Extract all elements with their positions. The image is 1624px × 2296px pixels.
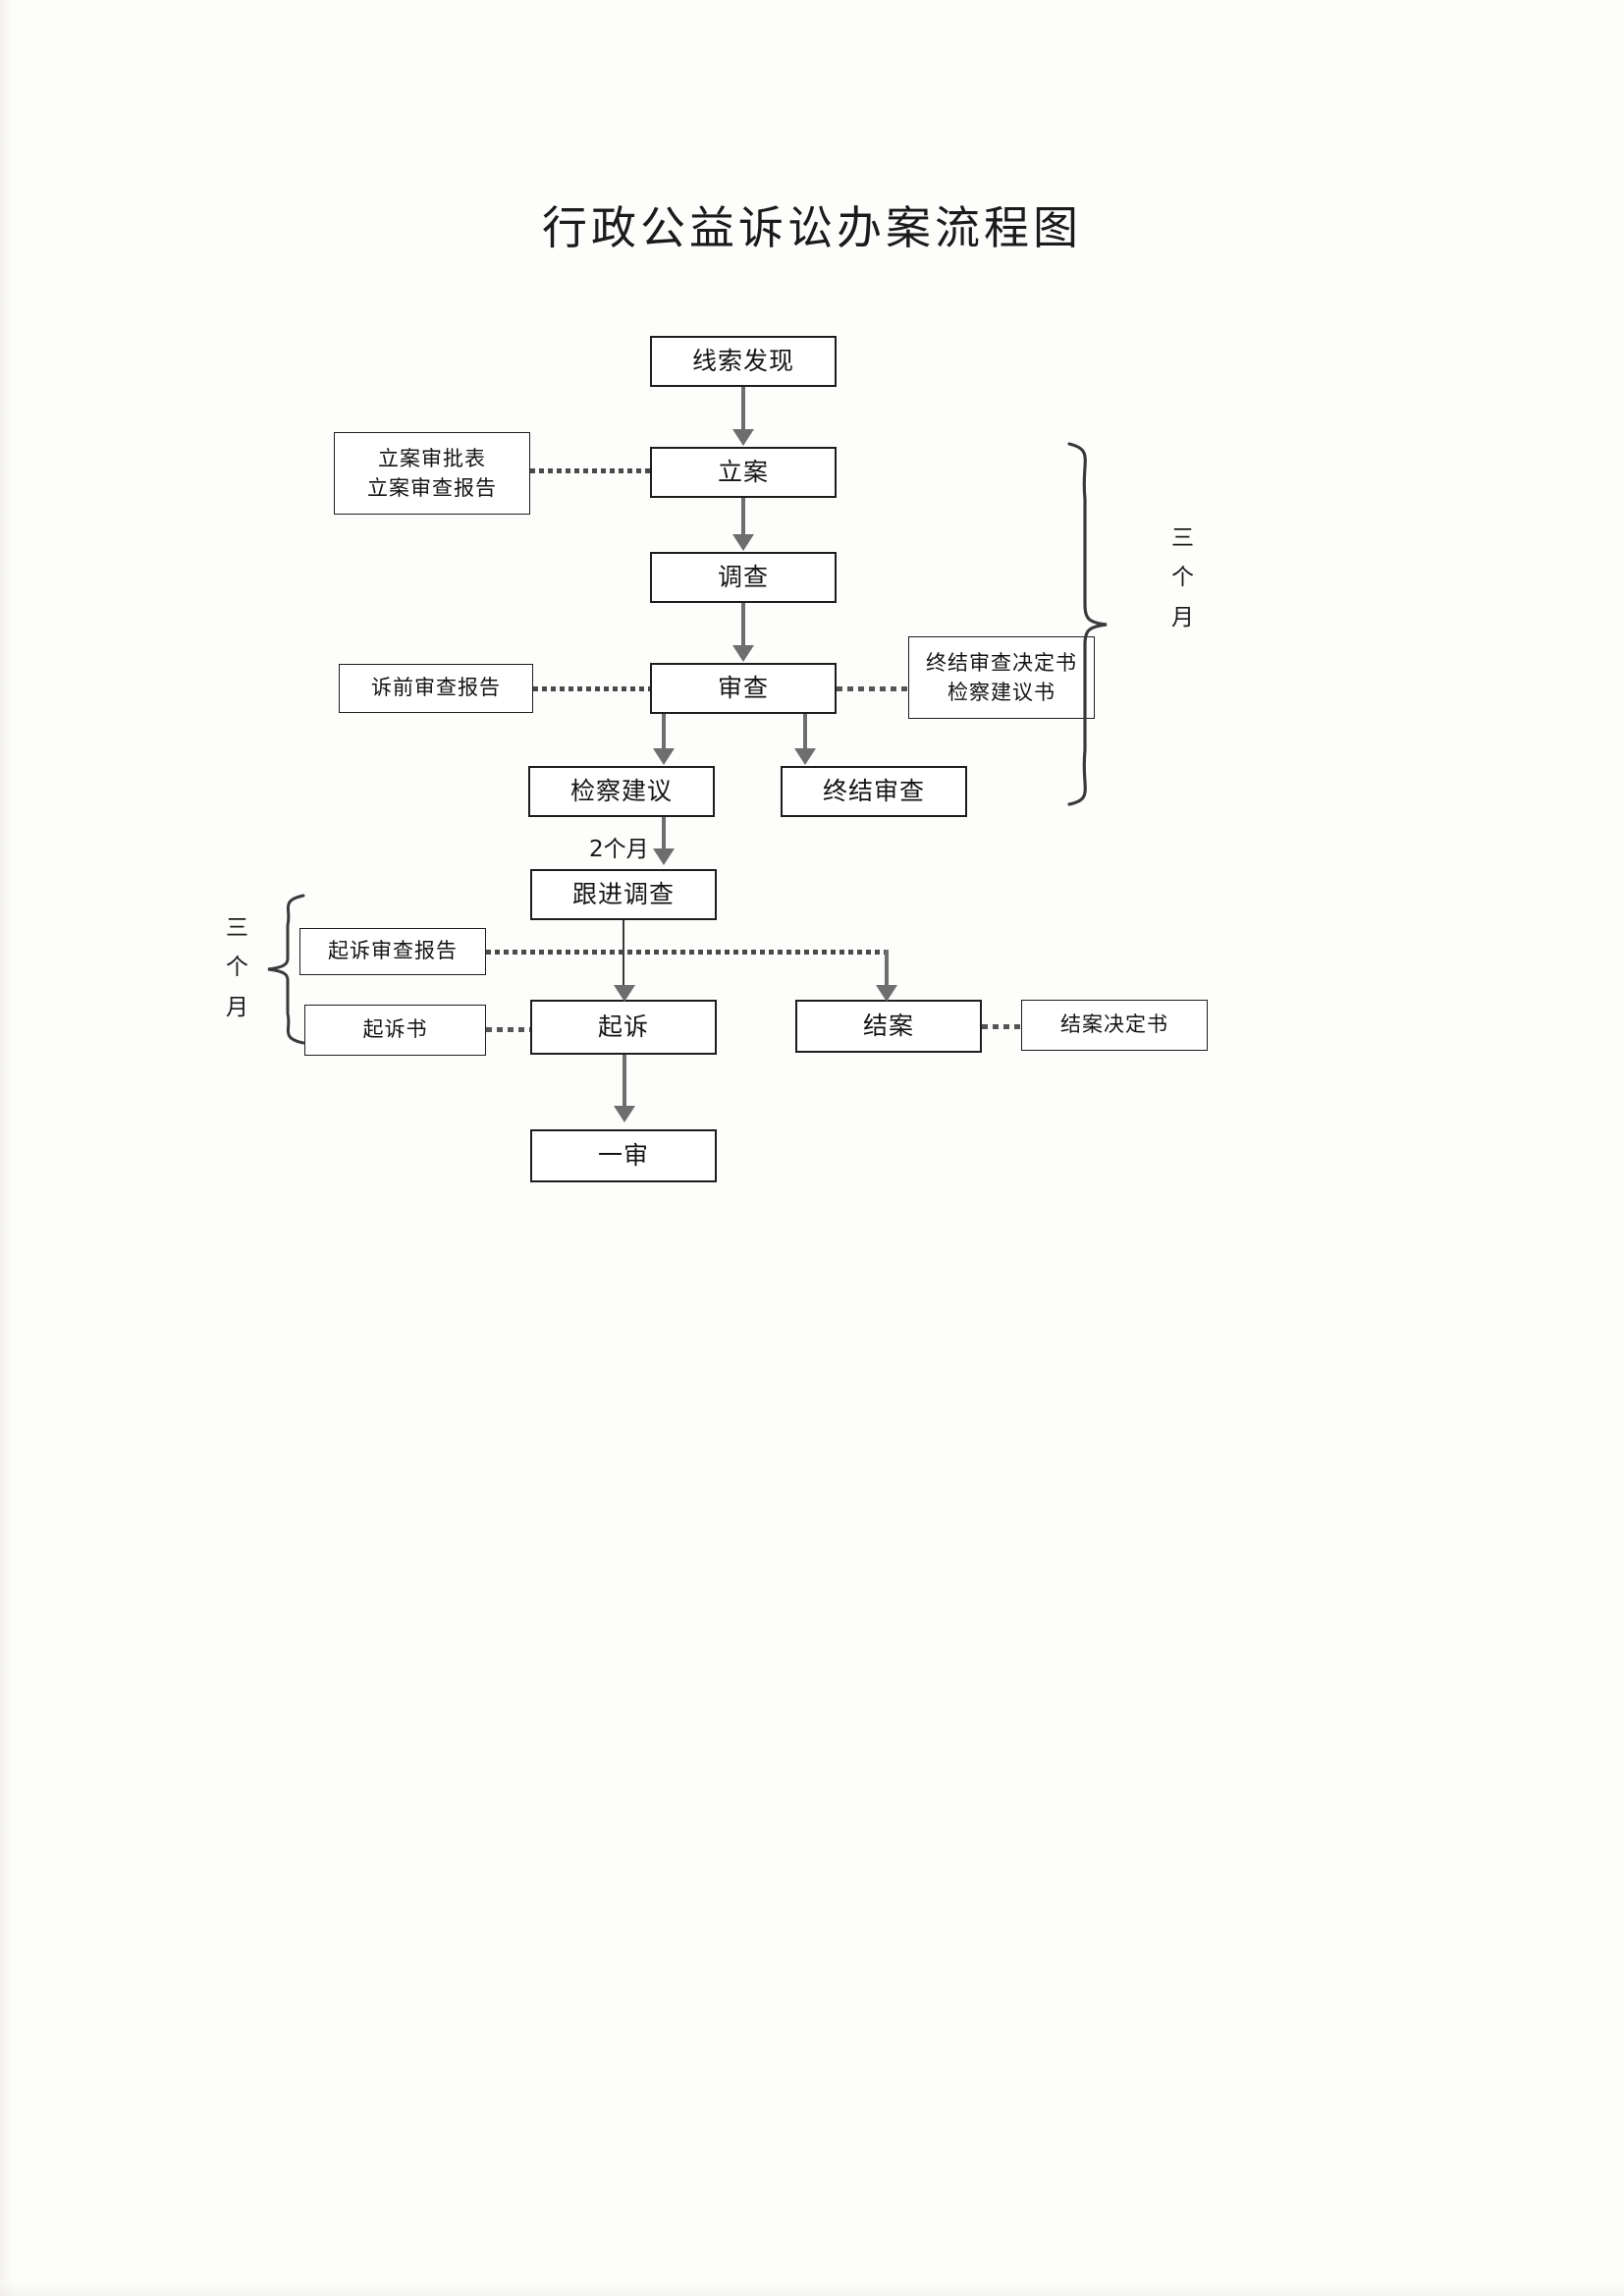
left-brace-label-line-2: 个 xyxy=(226,955,249,981)
connector-prosecution-report-bus xyxy=(486,950,891,955)
connector-filing-docs-to-filing xyxy=(530,468,650,473)
node-label: 起诉书 xyxy=(362,1017,428,1042)
node-label: 立案 xyxy=(717,457,769,486)
right-brace xyxy=(1067,442,1108,806)
arrowhead-review-to-terminate xyxy=(794,748,816,765)
right-brace-label-line-1: 三 xyxy=(1171,525,1195,551)
node-first-instance[interactable]: 一审 xyxy=(530,1129,717,1182)
node-label: 跟进调查 xyxy=(571,879,675,908)
connector-suggestion-to-followup xyxy=(662,817,666,852)
arrowhead-bus-to-closure xyxy=(876,985,897,1002)
right-brace-label-line-3: 月 xyxy=(1171,604,1195,630)
right-brace-label-line-2: 个 xyxy=(1171,565,1195,591)
arrowhead-review-to-suggestion xyxy=(653,748,675,765)
page-title: 行政公益诉讼办案流程图 xyxy=(542,201,1082,254)
connector-prosecute-to-first-instance xyxy=(623,1055,626,1110)
scan-edge-shadow-bottom xyxy=(0,2280,1624,2296)
node-label-line-1: 立案审批表 xyxy=(378,446,486,470)
arrowhead-investigation-to-review xyxy=(732,645,754,662)
flowchart-page: 行政公益诉讼办案流程图 线索发现 立案审批表 立案审查报告 立案 调查 诉前审查… xyxy=(0,0,1624,2296)
node-case-filing[interactable]: 立案 xyxy=(650,447,837,498)
node-label-line-1: 终结审查决定书 xyxy=(926,650,1077,675)
node-label-line-2: 检察建议书 xyxy=(947,681,1056,704)
connector-indictment-to-prosecute xyxy=(486,1027,530,1032)
node-clue-discovery[interactable]: 线索发现 xyxy=(650,336,837,387)
node-prosecution-review-report[interactable]: 起诉审查报告 xyxy=(299,928,486,975)
node-label: 审查 xyxy=(717,673,769,702)
connector-filing-to-investigation xyxy=(741,498,745,535)
node-review[interactable]: 审查 xyxy=(650,663,837,714)
scan-edge-shadow-left xyxy=(0,0,14,2296)
connector-followup-trunk xyxy=(623,920,624,993)
connector-review-to-terminate xyxy=(803,714,807,753)
right-brace-label: 三 个 月 xyxy=(1164,519,1203,637)
connector-review-to-output-docs xyxy=(837,686,908,691)
node-prosecute[interactable]: 起诉 xyxy=(530,1000,717,1055)
node-label: 起诉 xyxy=(597,1011,649,1041)
node-label-line-2: 立案审查报告 xyxy=(367,476,497,500)
node-label: 线索发现 xyxy=(691,346,794,375)
arrowhead-filing-to-investigation xyxy=(732,534,754,551)
connector-pretrial-report-to-review xyxy=(533,686,650,691)
node-case-closure[interactable]: 结案 xyxy=(795,1000,982,1053)
connector-clue-to-filing xyxy=(741,387,745,431)
node-label: 检察建议 xyxy=(569,776,673,805)
arrowhead-suggestion-to-followup xyxy=(653,848,675,865)
node-label: 结案决定书 xyxy=(1060,1012,1168,1037)
node-label: 一审 xyxy=(597,1140,649,1170)
node-label: 诉前审查报告 xyxy=(371,676,501,700)
node-indictment[interactable]: 起诉书 xyxy=(304,1005,486,1056)
node-label: 结案 xyxy=(862,1011,914,1040)
arrowhead-clue-to-filing xyxy=(732,429,754,446)
edge-label-two-months: 2个月 xyxy=(589,837,649,862)
node-label: 起诉审查报告 xyxy=(328,939,458,963)
node-terminate-review[interactable]: 终结审查 xyxy=(781,766,967,817)
connector-review-to-suggestion xyxy=(662,714,666,753)
node-prosecutorial-suggestion[interactable]: 检察建议 xyxy=(528,766,715,817)
node-closure-decision[interactable]: 结案决定书 xyxy=(1021,1000,1208,1051)
node-label: 调查 xyxy=(717,562,769,591)
node-filing-documents[interactable]: 立案审批表 立案审查报告 xyxy=(334,432,530,515)
left-brace-label-line-1: 三 xyxy=(226,915,249,941)
connector-closure-to-decision xyxy=(982,1024,1021,1029)
node-follow-up-investigation[interactable]: 跟进调查 xyxy=(530,869,717,920)
node-label: 终结审查 xyxy=(822,776,925,805)
node-pretrial-review-report[interactable]: 诉前审查报告 xyxy=(339,664,533,713)
left-brace-label-line-3: 月 xyxy=(226,994,249,1020)
left-brace-label: 三 个 月 xyxy=(218,908,257,1027)
left-brace xyxy=(267,894,305,1045)
connector-investigation-to-review xyxy=(741,603,745,646)
node-investigation[interactable]: 调查 xyxy=(650,552,837,603)
arrowhead-prosecute-to-first-instance xyxy=(614,1106,635,1122)
arrowhead-followup-to-prosecute xyxy=(614,985,635,1002)
